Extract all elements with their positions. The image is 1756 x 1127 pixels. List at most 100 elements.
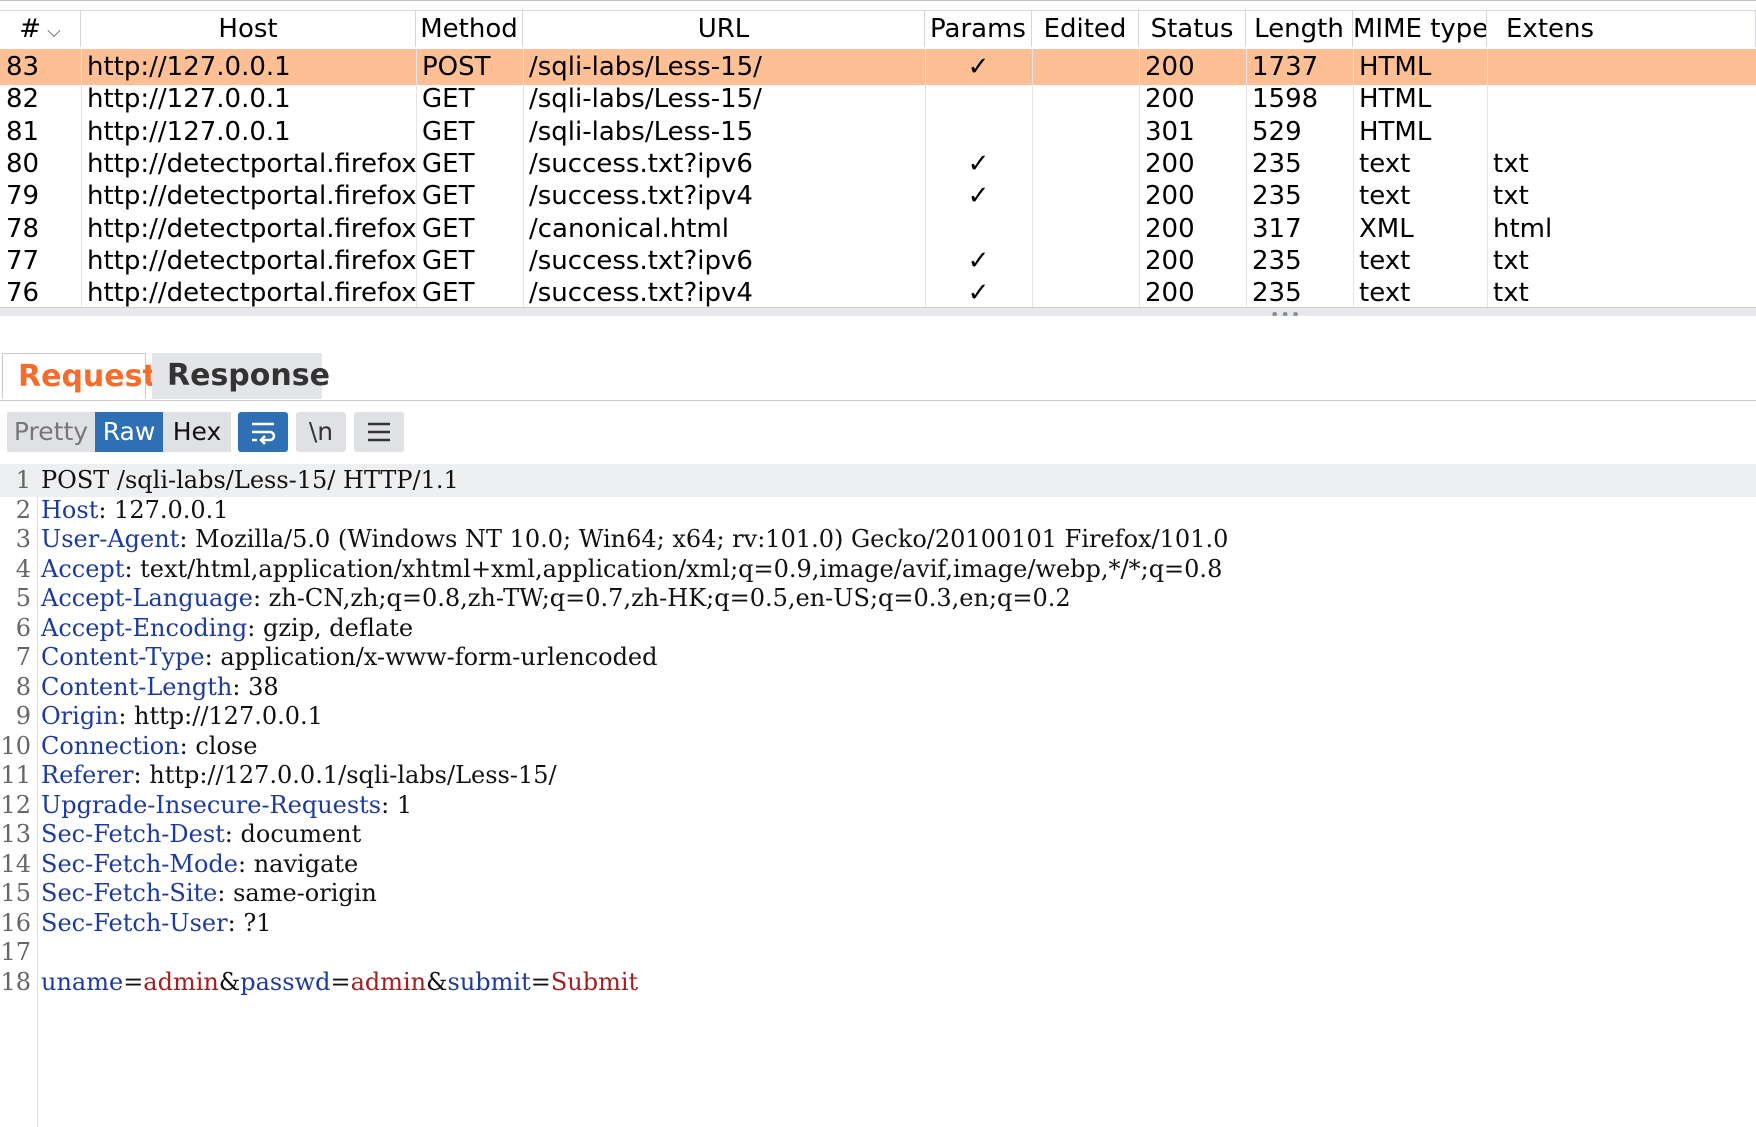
column-header-length[interactable]: Length [1246,11,1353,47]
cell-params: ✓ [967,181,990,212]
line-number: 8 [15,672,31,701]
table-row[interactable]: 78 http://detectportal.firefox.comGET/can… [0,211,1756,247]
table-row[interactable]: 76 http://detectportal.firefox.comGET/suc… [0,275,1756,311]
header-name: User-Agent [41,525,180,553]
cell-edited [1032,243,1139,279]
table-row[interactable]: 77 http://detectportal.firefox.comGET/suc… [0,243,1756,279]
hex-button[interactable]: Hex [163,412,231,452]
line-content: Accept-Language: zh-CN,zh;q=0.8,zh-TW;q=… [41,582,1071,615]
wrap-lines-button[interactable] [238,412,288,452]
cell-url: /sqli-labs/Less-15 [529,116,754,147]
column-header-host[interactable]: Host [81,11,416,47]
line-number: 2 [15,495,31,524]
table-row[interactable]: 81 http://127.0.0.1 GET/sqli-labs/Less-15 3… [0,114,1756,150]
header-value: : zh-CN,zh;q=0.8,zh-TW;q=0.7,zh-HK;q=0.5… [252,584,1071,612]
header-name: Sec-Fetch-Mode [41,849,238,878]
cell-ext [1487,81,1756,117]
line-content: Referer: http://127.0.0.1/sqli-labs/Less… [41,759,557,792]
column-header-method[interactable]: Method [416,11,523,47]
cell-length: 529 [1252,116,1302,147]
cell-ext [1487,114,1756,150]
line-content: Origin: http://127.0.0.1 [41,700,323,733]
line-content: Accept-Encoding: gzip, deflate [41,612,413,645]
tab-response[interactable]: Response [152,353,330,399]
line-number: 12 [0,790,31,819]
table-row[interactable]: 79 http://detectportal.firefox.comGET/suc… [0,178,1756,214]
table-row[interactable]: 80 http://detectportal.firefox.comGET/suc… [0,146,1756,182]
cell-host: http://detectportal.firefox.com [87,181,416,212]
column-header-extension[interactable]: Extens [1487,11,1756,47]
column-header-number[interactable]: # ⌵ [0,11,81,47]
cell-url: /canonical.html [529,213,730,244]
cell-length: 1598 [1252,84,1319,115]
cell-method: GET [422,278,475,309]
line-content: POST /sqli-labs/Less-15/ HTTP/1.1 [41,466,459,494]
request-line: 12 Upgrade-Insecure-Requests: 1 [0,789,1756,822]
cell-params: ✓ [967,148,990,179]
header-value: : 38 [232,672,279,701]
line-number: 15 [0,879,31,907]
cell-method: POST [422,52,491,82]
cell-url: /sqli-labs/Less-15/ [529,84,762,115]
cell-num: 79 [6,181,40,212]
cell-method: GET [422,84,475,115]
header-value: : Mozilla/5.0 (Windows NT 10.0; Win64; x… [179,525,1229,553]
cell-url: /success.txt?ipv4 [529,278,753,309]
pane-splitter[interactable]: ••• [0,305,1756,316]
param-name: submit [447,967,531,996]
header-value: : application/x-www-form-urlencoded [204,643,658,671]
request-line: 6 Accept-Encoding: gzip, deflate [0,612,1756,645]
param-separator: = [123,967,144,996]
column-header-edited[interactable]: Edited [1032,11,1139,47]
header-name: Sec-Fetch-Dest [41,820,225,848]
message-viewer: Request Response Pretty Raw Hex \n 1 POST… [0,318,1756,1127]
cell-ext [1487,49,1756,85]
cell-url: /sqli-labs/Less-15/ [529,52,762,82]
header-value: : 127.0.0.1 [98,495,229,524]
cell-ext: txt [1493,181,1529,212]
header-value: : navigate [237,849,359,878]
cell-host: http://127.0.0.1 [87,84,291,115]
request-line: 3 User-Agent: Mozilla/5.0 (Windows NT 10.… [0,523,1756,556]
line-content: Upgrade-Insecure-Requests: 1 [41,789,412,822]
column-header-url[interactable]: URL [523,11,925,47]
column-divider [1246,49,1247,307]
column-divider [1139,49,1140,307]
cell-edited [1032,275,1139,311]
proxy-history-table: # ⌵ Host Method URL Params Edited Status … [0,0,1756,316]
pretty-button[interactable]: Pretty [7,412,95,452]
request-line: 14 Sec-Fetch-Mode: navigate [0,848,1756,881]
view-options-button[interactable] [354,412,404,452]
cell-mime: text [1359,181,1411,212]
cell-ext: html [1493,213,1553,244]
cell-num: 80 [6,148,40,179]
table-row[interactable]: 83 http://127.0.0.1 POST/sqli-labs/Less-15… [0,49,1756,85]
header-name: Referer [41,761,134,789]
line-content: Host: 127.0.0.1 [41,494,229,527]
column-header-mime-type[interactable]: MIME type [1353,11,1487,47]
line-content: Sec-Fetch-User: ?1 [41,907,271,940]
line-number: 18 [0,967,31,996]
column-header-status[interactable]: Status [1139,11,1246,47]
table-row[interactable]: 82 http://127.0.0.1 GET/sqli-labs/Less-15/… [0,81,1756,117]
header-value: : http://127.0.0.1 [118,702,323,730]
cell-mime: text [1359,148,1411,179]
tab-request[interactable]: Request [2,353,157,399]
cell-num: 77 [6,245,40,276]
column-header-params[interactable]: Params [925,11,1032,47]
cell-num: 81 [6,116,40,147]
wrap-lines-icon [252,422,276,445]
request-line: 9 Origin: http://127.0.0.1 [0,700,1756,733]
cell-status: 301 [1145,116,1195,147]
show-newlines-button[interactable]: \n [296,412,346,452]
header-value: : 1 [381,790,413,819]
raw-request-editor[interactable]: 1 POST /sqli-labs/Less-15/ HTTP/1.1 2 Host:… [0,464,1756,1127]
raw-button[interactable]: Raw [95,412,163,452]
line-content: User-Agent: Mozilla/5.0 (Windows NT 10.0… [41,523,1228,556]
cell-edited [1032,49,1139,85]
column-divider [1353,49,1354,307]
cell-status: 200 [1145,181,1195,212]
drag-handle-icon[interactable]: ••• [1270,305,1301,316]
header-value: : gzip, deflate [247,613,414,642]
line-number: 16 [0,908,31,937]
